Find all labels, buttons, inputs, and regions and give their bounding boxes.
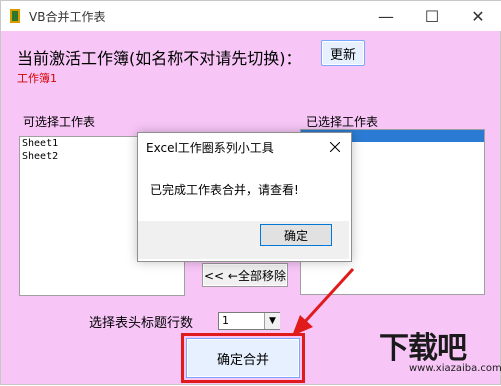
main-window: VB合并工作表 — ☐ ✕ 当前激活工作簿(如名称不对请先切换)： 更新 工作簿… (0, 0, 501, 385)
dropdown-arrow-icon[interactable]: ▼ (264, 313, 280, 329)
maximize-icon: ☐ (424, 6, 440, 26)
message-dialog: Excel工作圈系列小工具 已完成工作表合并，请查看! 确定 (137, 132, 352, 262)
app-icon (10, 9, 20, 23)
workbook-name: 工作簿1 (17, 72, 57, 85)
header-rows-value: 1 (222, 314, 229, 327)
remove-all-button[interactable]: << ←全部移除 (202, 263, 288, 287)
close-icon (330, 142, 340, 152)
header-rows-select[interactable]: 1 ▼ (218, 312, 280, 330)
ok-button[interactable]: 确定 (260, 224, 332, 246)
selected-sheets-label: 已选择工作表 (306, 115, 379, 129)
close-icon: ✕ (471, 6, 485, 26)
minimize-icon: — (378, 6, 394, 26)
watermark-site: www.xiazaiba.com (409, 363, 501, 374)
dialog-title: Excel工作圈系列小工具 (146, 141, 274, 155)
header-rows-label: 选择表头标题行数 (89, 316, 194, 331)
available-sheets-label: 可选择工作表 (23, 115, 96, 129)
maximize-button[interactable]: ☐ (409, 1, 455, 31)
watermark-text: 下载吧 (379, 331, 467, 366)
current-workbook-label: 当前激活工作簿(如名称不对请先切换)： (17, 49, 302, 68)
merge-button[interactable]: 确定合并 (186, 338, 300, 378)
window-title: VB合并工作表 (29, 10, 106, 24)
update-button[interactable]: 更新 (321, 40, 365, 66)
dialog-message: 已完成工作表合并，请查看! (150, 183, 299, 197)
close-button[interactable]: ✕ (455, 1, 501, 31)
dialog-close-button[interactable] (325, 137, 345, 157)
minimize-button[interactable]: — (363, 1, 409, 31)
watermark-logo: 下载吧 www.xiazaiba.com (379, 323, 501, 383)
title-bar: VB合并工作表 — ☐ ✕ (1, 1, 501, 31)
